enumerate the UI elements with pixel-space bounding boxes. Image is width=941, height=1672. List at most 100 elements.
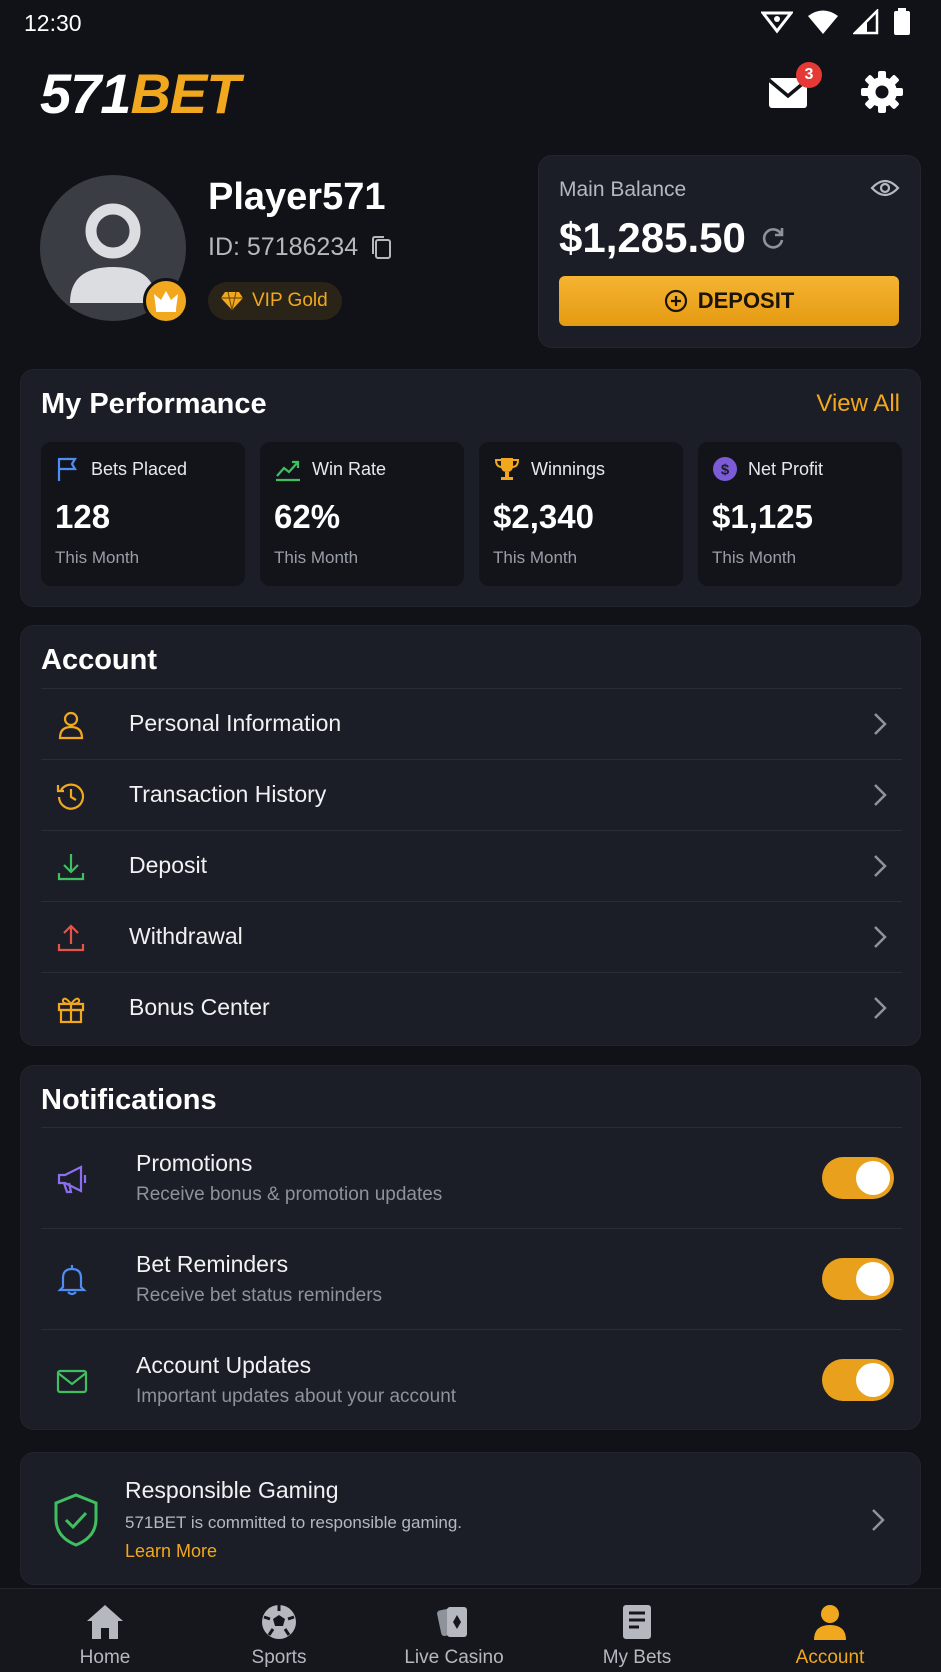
gift-icon: [57, 997, 85, 1024]
nav-my-bets[interactable]: My Bets: [567, 1603, 707, 1669]
home-icon: [87, 1605, 123, 1639]
stat-subtitle: This Month: [493, 548, 578, 567]
cards-icon: [437, 1607, 467, 1637]
crown-icon: [154, 291, 178, 312]
stat-head: $ Net Profit: [712, 456, 823, 482]
soccer-ball-icon: [262, 1605, 296, 1639]
vip-label: VIP Gold: [252, 290, 328, 311]
bet-reminders-toggle[interactable]: [822, 1258, 894, 1300]
player-name: Player571: [208, 176, 386, 218]
balance-amount: $1,285.50: [559, 214, 746, 261]
history-icon: [56, 783, 85, 810]
toggle-knob: [856, 1363, 890, 1397]
stat-value: 128: [55, 498, 111, 535]
responsible-gaming-card[interactable]: Responsible Gaming 571BET is committed t…: [20, 1452, 921, 1585]
user-icon: [58, 711, 84, 740]
status-icons: [761, 8, 911, 36]
nav-account[interactable]: Account: [760, 1603, 900, 1669]
nav-label: Live Casino: [404, 1647, 504, 1668]
bottom-navigation: Home Sports Live Casino My Bets Account: [0, 1588, 941, 1672]
notification-row-bet-reminders: Bet Reminders Receive bet status reminde…: [41, 1228, 902, 1329]
notification-title: Account Updates: [136, 1352, 312, 1378]
stat-label: Net Profit: [748, 458, 824, 479]
diamond-icon: [221, 291, 243, 311]
settings-button[interactable]: [860, 70, 904, 114]
stat-subtitle: This Month: [274, 548, 359, 567]
trend-up-icon: [276, 460, 300, 482]
vpn-key-icon: [761, 11, 793, 34]
bell-icon: [57, 1265, 87, 1296]
nav-sports[interactable]: Sports: [209, 1603, 349, 1669]
svg-text:$: $: [721, 462, 730, 479]
notification-title: Promotions: [136, 1150, 253, 1176]
view-all-link[interactable]: View All: [816, 390, 900, 418]
stat-value: $2,340: [493, 498, 594, 535]
dollar-coin-icon: $: [713, 457, 737, 481]
megaphone-icon: [57, 1165, 87, 1194]
stat-card-winnings[interactable]: Winnings $2,340 This Month: [479, 442, 683, 586]
chevron-right-icon: [874, 997, 887, 1019]
account-panel: Account Personal Information Transaction…: [20, 625, 921, 1046]
notification-row-promotions: Promotions Receive bonus & promotion upd…: [41, 1127, 902, 1228]
account-item-deposit[interactable]: Deposit: [41, 830, 902, 901]
nav-label: My Bets: [602, 1647, 672, 1668]
stat-subtitle: This Month: [712, 548, 797, 567]
betslip-icon: [623, 1605, 651, 1639]
notification-title: Bet Reminders: [136, 1251, 289, 1277]
row-label: Deposit: [129, 852, 207, 878]
vip-crown-badge: [143, 278, 189, 324]
row-label: Withdrawal: [129, 923, 243, 949]
envelope-icon: [56, 1369, 88, 1394]
player-id-text: ID: 57186234: [208, 233, 359, 261]
copy-icon[interactable]: [370, 235, 392, 260]
logo-word: BET: [130, 62, 240, 125]
nav-live-casino[interactable]: Live Casino: [384, 1603, 524, 1669]
chevron-right-icon: [874, 855, 887, 877]
stat-card-bets-placed[interactable]: Bets Placed 128 This Month: [41, 442, 245, 586]
account-item-withdrawal[interactable]: Withdrawal: [41, 901, 902, 972]
row-label: Bonus Center: [129, 994, 270, 1020]
stat-value: 62%: [274, 498, 341, 535]
stat-head: Win Rate: [274, 456, 386, 482]
toggle-knob: [856, 1262, 890, 1296]
status-bar: 12:30: [0, 0, 941, 44]
stat-head: Winnings: [493, 456, 605, 482]
account-updates-toggle[interactable]: [822, 1359, 894, 1401]
shield-check-icon: [54, 1493, 98, 1547]
account-item-transaction-history[interactable]: Transaction History: [41, 759, 902, 830]
stat-label: Win Rate: [312, 458, 387, 479]
brand-logo[interactable]: 571BET: [40, 62, 240, 125]
notification-description: Receive bet status reminders: [136, 1285, 383, 1306]
deposit-button-label: DEPOSIT: [697, 288, 795, 313]
battery-icon: [894, 8, 910, 35]
logo-number: 571: [40, 62, 131, 125]
stat-card-net-profit[interactable]: $ Net Profit $1,125 This Month: [698, 442, 902, 586]
stat-head: Bets Placed: [55, 456, 187, 482]
status-time: 12:30: [24, 10, 82, 36]
row-label: Transaction History: [129, 781, 327, 807]
toggle-balance-visibility-button[interactable]: [870, 178, 900, 203]
chevron-right-icon: [874, 784, 887, 806]
promotions-toggle[interactable]: [822, 1157, 894, 1199]
deposit-button[interactable]: DEPOSIT: [559, 276, 899, 326]
nav-label: Sports: [251, 1647, 307, 1668]
balance-value-row: $1,285.50: [559, 214, 786, 262]
balance-card: Main Balance $1,285.50 DEPOSIT: [538, 155, 921, 348]
notifications-panel: Notifications Promotions Receive bonus &…: [20, 1065, 921, 1430]
stat-card-win-rate[interactable]: Win Rate 62% This Month: [260, 442, 464, 586]
refresh-icon[interactable]: [760, 225, 786, 251]
learn-more-link[interactable]: Learn More: [125, 1541, 217, 1562]
account-item-personal-information[interactable]: Personal Information: [41, 688, 902, 759]
flag-icon: [57, 457, 77, 481]
account-item-bonus-center[interactable]: Bonus Center: [41, 972, 902, 1043]
nav-home[interactable]: Home: [35, 1603, 175, 1669]
vip-status-badge: VIP Gold: [208, 282, 342, 320]
notification-description: Receive bonus & promotion updates: [136, 1184, 443, 1205]
nav-label: Home: [79, 1647, 131, 1668]
plus-circle-icon: [664, 289, 687, 313]
stat-subtitle: This Month: [55, 548, 140, 567]
performance-title: My Performance: [41, 388, 267, 420]
account-title: Account: [41, 644, 157, 676]
download-icon: [57, 854, 85, 881]
account-icon: [814, 1605, 846, 1640]
